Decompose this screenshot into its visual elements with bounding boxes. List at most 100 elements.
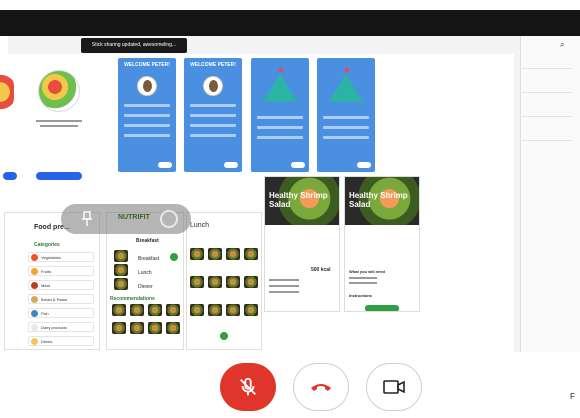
meal-thumbnail — [208, 304, 222, 316]
meal-thumbnail — [166, 304, 180, 316]
meal-thumbnail — [190, 304, 204, 316]
meal-thumbnail — [114, 250, 128, 262]
avatar — [203, 76, 223, 96]
category-icon — [31, 254, 38, 261]
flag-icon — [279, 68, 283, 72]
recipe-title: Healthy Shrimp Salad — [349, 191, 408, 209]
brand-logo: NUTRIFIT — [118, 214, 150, 221]
meal-label: Breakfast — [138, 256, 160, 262]
category-item[interactable]: Vegetables — [28, 252, 94, 262]
welcome-screen: WELCOME PETER! — [184, 58, 242, 172]
category-item[interactable]: Bread & Pasta — [28, 294, 94, 304]
meal-thumbnail — [148, 322, 162, 334]
end-call-button[interactable] — [293, 363, 349, 411]
text-line — [40, 125, 78, 127]
category-item[interactable]: Drinks — [28, 336, 94, 346]
meal-thumbnail — [244, 276, 258, 288]
category-icon — [31, 324, 38, 331]
category-item[interactable]: Dairy products — [28, 322, 94, 332]
form-field — [190, 114, 236, 117]
next-button[interactable] — [158, 162, 172, 168]
divider — [522, 116, 572, 117]
meal-thumbnail — [226, 276, 240, 288]
next-button[interactable] — [291, 162, 305, 168]
category-icon — [31, 310, 38, 317]
category-icon — [31, 338, 38, 345]
calories: 500 kcal — [311, 267, 331, 273]
form-field — [323, 116, 369, 119]
text-line — [269, 279, 299, 281]
text-line — [269, 285, 299, 287]
divider — [522, 68, 572, 69]
meal-thumbnail — [114, 278, 128, 290]
form-field — [190, 124, 236, 127]
meal-thumbnail — [148, 304, 162, 316]
avatar — [137, 76, 157, 96]
text-line — [36, 120, 82, 122]
form-field — [124, 124, 170, 127]
text-line — [349, 277, 377, 279]
search-icon[interactable]: ⌕ — [560, 40, 564, 50]
meal-label: Breakfast — [136, 238, 159, 244]
recipe-title: Healthy Shrimp Salad — [269, 191, 328, 209]
meal-thumbnail — [112, 322, 126, 334]
categories-label: Categories — [34, 242, 60, 248]
pin-icon[interactable] — [80, 211, 94, 227]
right-panel — [520, 36, 580, 352]
meal-label: Dinner — [138, 284, 153, 290]
category-item[interactable]: Fruits — [28, 266, 94, 276]
form-field — [257, 136, 303, 139]
form-field — [323, 126, 369, 129]
goal-screen — [251, 58, 309, 172]
welcome-title: WELCOME PETER! — [124, 62, 170, 68]
recipe-card: Healthy Shrimp Salad What you will need … — [344, 176, 420, 312]
category-label: Fish — [41, 311, 49, 316]
meal-thumbnail — [130, 304, 144, 316]
action-button[interactable] — [36, 172, 82, 180]
camera-button[interactable] — [366, 363, 422, 411]
corner-label: F — [570, 392, 575, 401]
category-label: Vegetables — [41, 255, 61, 260]
action-button[interactable] — [3, 172, 17, 180]
meal-thumbnail — [244, 304, 258, 316]
phone-hangup-icon — [311, 384, 331, 391]
category-icon — [31, 268, 38, 275]
next-button[interactable] — [224, 162, 238, 168]
check-icon[interactable] — [170, 253, 178, 261]
category-icon — [31, 282, 38, 289]
form-field — [124, 134, 170, 137]
mute-button[interactable] — [220, 363, 276, 411]
next-button[interactable] — [357, 162, 371, 168]
category-item[interactable]: Meat — [28, 280, 94, 290]
ingredients-title: What you will need — [349, 269, 386, 274]
category-label: Fruits — [41, 269, 51, 274]
form-field — [257, 116, 303, 119]
category-label: Drinks — [41, 339, 53, 344]
instructions-title: Instructions — [349, 293, 372, 298]
form-field — [323, 136, 369, 139]
meal-thumbnail — [244, 248, 258, 260]
category-icon — [31, 296, 38, 303]
form-field — [190, 104, 236, 107]
pyramid-illustration — [263, 74, 297, 102]
expand-icon[interactable] — [160, 210, 178, 228]
food-plate-image — [38, 70, 80, 112]
meal-thumbnail — [226, 304, 240, 316]
step-button[interactable] — [365, 305, 399, 311]
share-toast: Stick sharing updated, awesomeling... — [81, 38, 187, 53]
home-icon[interactable] — [220, 332, 228, 340]
goal-screen — [317, 58, 375, 172]
meeting-top-bar — [0, 10, 580, 36]
mic-off-icon — [240, 377, 256, 396]
welcome-screen: WELCOME PETER! — [118, 58, 176, 172]
meal-thumbnail — [130, 322, 144, 334]
meal-thumbnail — [190, 276, 204, 288]
camera-icon — [383, 380, 405, 394]
form-field — [124, 114, 170, 117]
form-field — [190, 134, 236, 137]
form-field — [124, 104, 170, 107]
pyramid-illustration — [329, 74, 363, 102]
category-label: Meat — [41, 283, 50, 288]
text-line — [269, 291, 299, 293]
category-item[interactable]: Fish — [28, 308, 94, 318]
